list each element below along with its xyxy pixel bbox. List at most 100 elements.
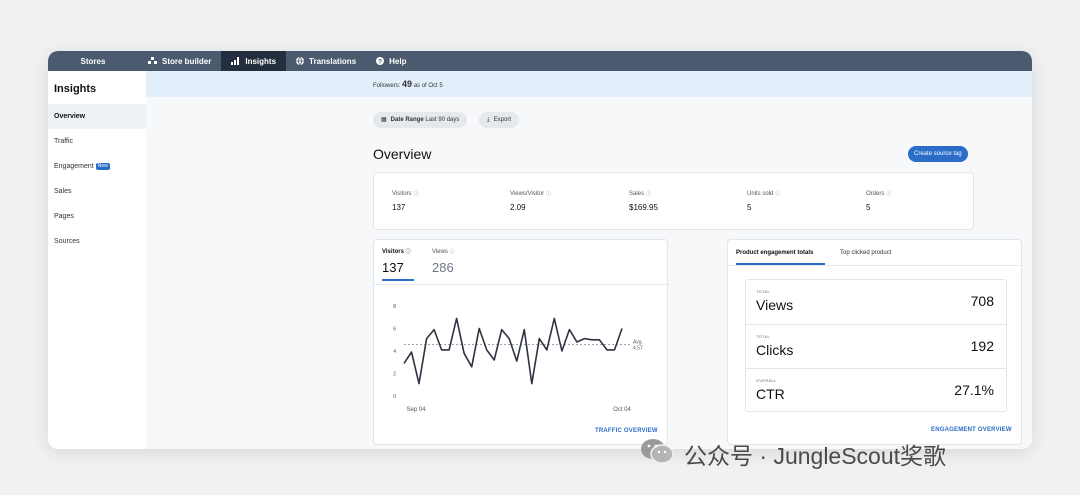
new-badge: New bbox=[95, 162, 110, 170]
svg-text:?: ? bbox=[378, 58, 382, 65]
app-window: Stores Store builder Insights Translatio… bbox=[48, 51, 1032, 449]
globe-icon bbox=[296, 57, 305, 65]
row-caption: OVERALL bbox=[756, 378, 777, 383]
metric-sales: Sales ⓘ $169.95 bbox=[629, 190, 658, 212]
store-builder-icon bbox=[148, 57, 157, 65]
wechat-icon bbox=[640, 437, 674, 471]
x-tick-label: Oct 04 bbox=[613, 407, 631, 413]
download-icon: ⤓ bbox=[487, 117, 490, 123]
tab-label: Help bbox=[389, 56, 407, 66]
info-icon[interactable]: ⓘ bbox=[414, 191, 419, 197]
info-icon[interactable]: ⓘ bbox=[546, 191, 551, 197]
engagement-card: Product engagement totals Top clicked pr… bbox=[727, 239, 1023, 445]
y-tick-label: 8 bbox=[393, 304, 396, 310]
row-value: 27.1% bbox=[954, 382, 994, 398]
tab-insights[interactable]: Insights bbox=[221, 51, 287, 71]
metric-value: 2.09 bbox=[510, 203, 526, 212]
info-icon: ⓘ bbox=[405, 249, 411, 255]
metrics-summary-card: Visitors ⓘ 137 Views/Visitor ⓘ 2.09 Sales ⓘ… bbox=[373, 172, 974, 230]
tab-stores[interactable]: Stores bbox=[48, 51, 138, 71]
info-icon[interactable]: ⓘ bbox=[646, 191, 651, 197]
visitors-series-line bbox=[403, 317, 623, 385]
visitors-line-chart: 02468Avg.4.57Sep 04 Oct 04 bbox=[393, 304, 643, 413]
metric-label: Sales bbox=[629, 191, 645, 197]
followers-banner: Followers: 49 as of Oct 5 bbox=[146, 71, 1032, 97]
followers-label: Followers: bbox=[373, 83, 401, 89]
tab-label: Insights bbox=[245, 56, 277, 66]
y-tick-label: 4 bbox=[393, 349, 396, 355]
traffic-overview-link[interactable]: TRAFFIC OVERVIEW bbox=[595, 428, 658, 434]
row-name: Views bbox=[756, 297, 794, 313]
average-value: 4.57 bbox=[633, 346, 643, 352]
row-name: Clicks bbox=[756, 342, 794, 358]
tab-visitors[interactable]: Visitors ⓘ 137 bbox=[382, 248, 411, 275]
info-icon[interactable]: ⓘ bbox=[775, 191, 780, 197]
tab-label: Store builder bbox=[162, 56, 212, 66]
watermark: 公众号 · JungleScout奖歌 bbox=[640, 437, 946, 471]
tab-value: 137 bbox=[382, 260, 404, 275]
x-tick-label: Sep 04 bbox=[406, 407, 426, 413]
active-tab-indicator bbox=[382, 279, 414, 281]
engagement-totals-table: TOTAL Views 708 TOTAL Clicks 192 OVERALL… bbox=[745, 279, 1007, 412]
export-button[interactable]: ⤓ Export bbox=[479, 112, 519, 128]
page-title: Overview bbox=[373, 146, 432, 162]
metric-value: 5 bbox=[866, 203, 871, 212]
tab-views[interactable]: Views ⓘ 286 bbox=[432, 248, 455, 275]
create-source-tag-button[interactable]: Create source tag bbox=[908, 146, 968, 162]
tab-translations[interactable]: Translations bbox=[286, 51, 366, 71]
y-tick-label: 6 bbox=[393, 327, 396, 333]
info-icon[interactable]: ⓘ bbox=[886, 191, 891, 197]
date-range-button[interactable]: ▦ Date Range Last 90 days bbox=[373, 112, 468, 128]
metric-units-sold: Units sold ⓘ 5 bbox=[747, 190, 780, 212]
tab-store-builder[interactable]: Store builder bbox=[138, 51, 221, 71]
followers-count: 49 bbox=[402, 79, 413, 89]
traffic-chart-card: Visitors ⓘ 137 Views ⓘ 286 0 2 4 6 8 Avg. 4.57… bbox=[373, 239, 669, 445]
sidebar-item-traffic[interactable]: Traffic bbox=[48, 129, 146, 154]
sidebar-item-overview[interactable]: Overview bbox=[48, 104, 146, 129]
sidebar-item-pages[interactable]: Pages bbox=[48, 204, 146, 229]
sidebar: Insights Overview Traffic Engagement New … bbox=[48, 71, 146, 449]
tab-label: Visitors bbox=[382, 249, 404, 255]
engagement-row-views: TOTAL Views 708 bbox=[746, 280, 1006, 324]
export-label: Export bbox=[493, 117, 511, 123]
tab-label: Views bbox=[432, 249, 448, 255]
divider bbox=[374, 284, 669, 285]
y-tick-label: 0 bbox=[393, 394, 396, 400]
engagement-row-ctr: OVERALL CTR 27.1% bbox=[746, 368, 1006, 412]
sidebar-item-engagement[interactable]: Engagement New bbox=[48, 154, 146, 179]
sidebar-item-sales[interactable]: Sales bbox=[48, 179, 146, 204]
top-nav-bar: Stores Store builder Insights Translatio… bbox=[48, 51, 1032, 71]
calendar-icon: ▦ bbox=[381, 117, 387, 123]
metric-visitors: Visitors ⓘ 137 bbox=[392, 190, 419, 212]
sidebar-item-sources[interactable]: Sources bbox=[48, 229, 146, 254]
tab-value: 286 bbox=[432, 260, 454, 275]
tab-top-clicked-product[interactable]: Top clicked product bbox=[840, 250, 891, 256]
bar-chart-icon bbox=[231, 57, 240, 65]
metric-value: 5 bbox=[747, 203, 752, 212]
info-icon: ⓘ bbox=[449, 249, 455, 255]
metric-orders: Orders ⓘ 5 bbox=[866, 190, 891, 212]
metric-value: 137 bbox=[392, 203, 406, 212]
row-caption: TOTAL bbox=[756, 289, 771, 294]
y-tick-label: 2 bbox=[393, 372, 396, 378]
row-value: 708 bbox=[970, 293, 994, 309]
metric-label: Orders bbox=[866, 191, 885, 197]
engagement-overview-link[interactable]: ENGAGEMENT OVERVIEW bbox=[931, 427, 1012, 433]
tab-product-engagement-totals[interactable]: Product engagement totals bbox=[736, 250, 813, 256]
metric-label: Units sold bbox=[747, 191, 774, 197]
date-range-label: Date Range bbox=[390, 117, 424, 123]
row-name: CTR bbox=[756, 386, 785, 402]
sidebar-item-label: Engagement bbox=[54, 163, 94, 170]
row-caption: TOTAL bbox=[756, 334, 771, 339]
metric-value: $169.95 bbox=[629, 203, 658, 212]
engagement-row-clicks: TOTAL Clicks 192 bbox=[746, 324, 1006, 368]
help-circle-icon: ? bbox=[376, 57, 385, 65]
tab-label: Translations bbox=[309, 56, 357, 66]
followers-date: as of Oct 5 bbox=[413, 83, 443, 89]
metric-views-per-visitor: Views/Visitor ⓘ 2.09 bbox=[510, 190, 551, 212]
watermark-text: 公众号 · JungleScout奖歌 bbox=[684, 443, 947, 469]
sidebar-title: Insights bbox=[54, 83, 97, 95]
main-content: Followers: 49 as of Oct 5 ▦ Date Range La… bbox=[146, 71, 1032, 449]
metric-label: Visitors bbox=[392, 191, 412, 197]
tab-help[interactable]: ? Help bbox=[366, 51, 416, 71]
